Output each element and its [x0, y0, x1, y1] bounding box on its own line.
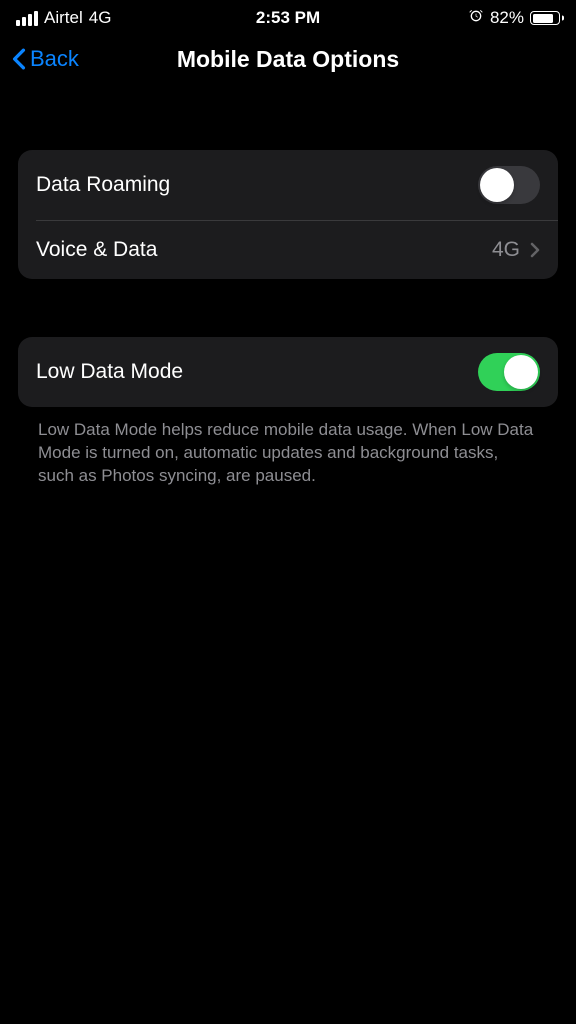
chevron-left-icon: [12, 48, 26, 70]
signal-strength-icon: [16, 11, 38, 26]
page-title: Mobile Data Options: [177, 46, 399, 73]
voice-data-row[interactable]: Voice & Data 4G: [18, 221, 558, 279]
carrier-label: Airtel: [44, 8, 83, 28]
status-bar: Airtel 4G 2:53 PM 82%: [0, 0, 576, 34]
status-right: 82%: [468, 8, 560, 28]
nav-bar: Back Mobile Data Options: [0, 34, 576, 90]
low-data-mode-description: Low Data Mode helps reduce mobile data u…: [18, 407, 558, 500]
alarm-icon: [468, 8, 484, 28]
chevron-right-icon: [530, 242, 540, 258]
low-data-mode-row: Low Data Mode: [18, 337, 558, 407]
voice-data-value: 4G: [492, 238, 520, 262]
battery-percent-label: 82%: [490, 8, 524, 28]
back-button[interactable]: Back: [12, 46, 79, 72]
battery-icon: [530, 11, 560, 25]
data-roaming-row: Data Roaming: [18, 150, 558, 220]
low-data-mode-label: Low Data Mode: [36, 360, 183, 384]
voice-data-value-wrap: 4G: [492, 238, 540, 262]
network-type-label: 4G: [89, 8, 112, 28]
low-data-mode-toggle[interactable]: [478, 353, 540, 391]
data-roaming-label: Data Roaming: [36, 173, 170, 197]
status-left: Airtel 4G: [16, 8, 111, 28]
clock: 2:53 PM: [256, 8, 320, 28]
data-roaming-toggle[interactable]: [478, 166, 540, 204]
settings-group-data-mode: Low Data Mode: [18, 337, 558, 407]
content: Data Roaming Voice & Data 4G Low Data Mo…: [0, 150, 576, 500]
back-label: Back: [30, 46, 79, 72]
voice-data-label: Voice & Data: [36, 238, 157, 262]
settings-group-connectivity: Data Roaming Voice & Data 4G: [18, 150, 558, 279]
